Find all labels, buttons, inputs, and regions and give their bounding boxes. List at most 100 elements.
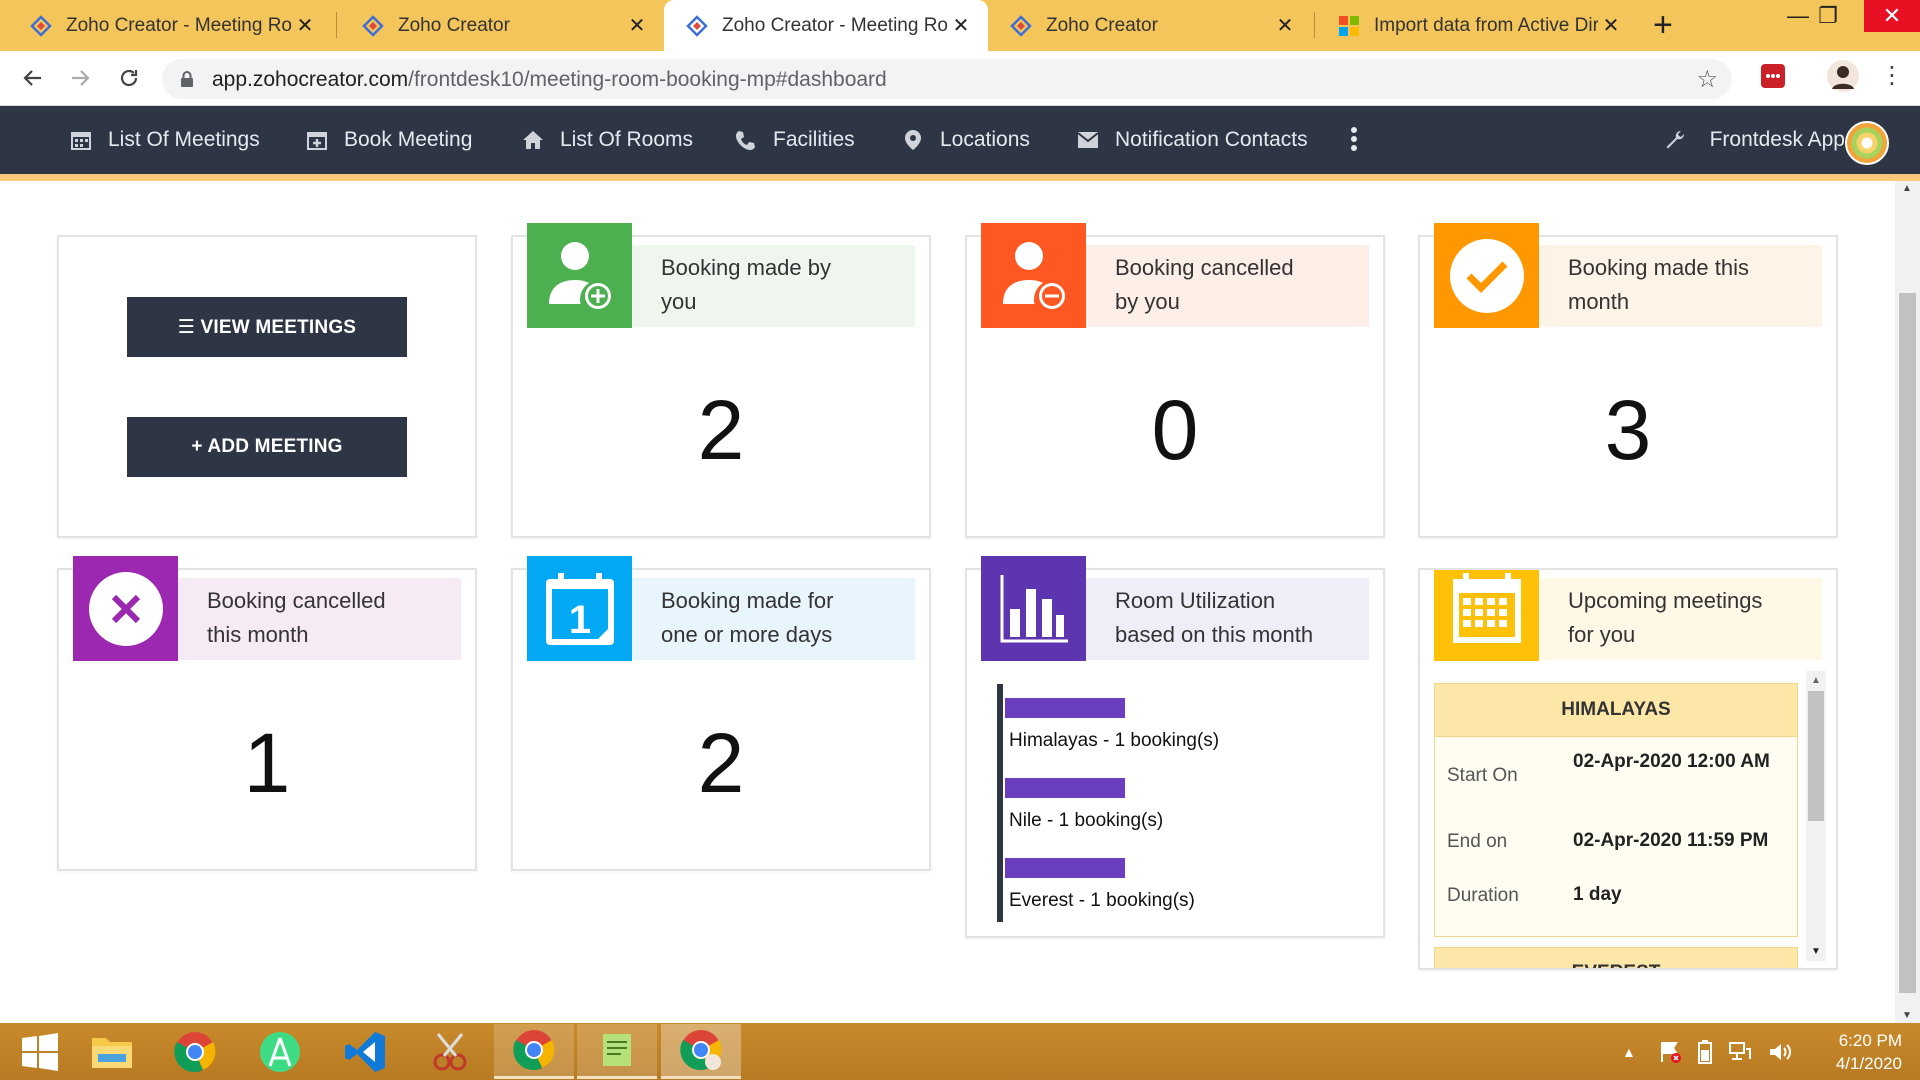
card-icon-box [1434,223,1539,328]
actions-card: ☰ VIEW MEETINGS + ADD MEETING [57,235,477,538]
nav-label: List Of Rooms [560,128,694,151]
card-value: 0 [1151,383,1199,477]
windows-start-icon[interactable] [0,1024,80,1079]
chrome-profile-icon[interactable] [661,1024,741,1079]
network-icon[interactable] [1728,1041,1752,1063]
clock-time: 6:20 PM [1838,1031,1902,1050]
nav-label: Locations [940,128,1030,151]
scroll-down-arrow-icon[interactable]: ▼ [1902,1010,1912,1021]
nav-list-of-rooms[interactable]: List Of Rooms [522,106,693,174]
browser-toolbar: app.zohocreator.com/frontdesk10/meeting-… [0,51,1920,106]
page-scrollbar-thumb[interactable] [1899,293,1916,993]
nav-notification-contacts[interactable]: Notification Contacts [1077,106,1308,174]
card-booking-one-or-more-days[interactable]: 1 Booking made for one or more days 2 [511,556,931,871]
card-value: 2 [697,383,745,477]
nav-facilities[interactable]: Facilities [735,106,855,174]
browser-tab-strip: Zoho Creator - Meeting Roo ✕ Zoho Creato… [0,0,1920,51]
file-explorer-icon[interactable] [72,1024,152,1079]
utilization-bar [1005,858,1125,878]
back-arrow-icon[interactable] [16,61,50,95]
card-label: Booking made for one or more days [661,588,834,647]
card-booking-made-by-you[interactable]: Booking made by you 2 [511,223,931,538]
browser-tab-1[interactable]: Zoho Creator - Meeting Roo ✕ [8,0,332,51]
window-close-icon[interactable]: ✕ [1864,0,1920,32]
nav-book-meeting[interactable]: Book Meeting [306,106,472,174]
app-switcher[interactable]: Frontdesk App [1664,106,1845,174]
utilization-label: Himalayas - 1 booking(s) [1009,730,1220,751]
system-tray: ▲ [1622,1023,1792,1080]
tab-title: Zoho Creator - Meeting Roo [722,14,948,36]
card-booking-cancelled-by-you[interactable]: Booking cancelled by you 0 [965,223,1385,538]
url-text: app.zohocreator.com/frontdesk10/meeting-… [212,68,887,92]
chrome-icon[interactable] [494,1024,574,1079]
upcoming-scrollbar[interactable]: ▲ ▼ [1806,671,1826,961]
zoho-creator-favicon [686,14,708,37]
browser-tab-4[interactable]: Zoho Creator ✕ [988,0,1312,51]
more-vertical-icon[interactable] [1350,126,1358,152]
card-label: Booking cancelled by you [1115,255,1294,314]
upcoming-next-room: EVEREST [1434,947,1798,968]
lastpass-extension-icon[interactable] [1760,63,1786,94]
start-value: 02-Apr-2020 12:00 AM [1573,751,1770,772]
nav-label: Notification Contacts [1115,128,1308,151]
taskbar-clock[interactable]: 6:20 PM 4/1/2020 [1836,1029,1902,1075]
calendar-grid-icon [1452,572,1521,643]
address-bar[interactable]: app.zohocreator.com/frontdesk10/meeting-… [162,59,1732,99]
new-tab-button[interactable]: + [1653,6,1673,45]
user-plus-icon [548,241,611,309]
bookmark-star-icon[interactable]: ☆ [1696,65,1718,94]
scroll-up-arrow-icon[interactable]: ▲ [1811,675,1821,686]
home-icon [523,131,543,149]
card-label: Booking cancelled this month [207,588,386,647]
tab-title: Zoho Creator - Meeting Roo [66,14,292,36]
nav-locations[interactable]: Locations [902,106,1030,174]
zoho-creator-favicon [1010,14,1032,37]
maximize-icon[interactable]: ❐ [1800,0,1856,32]
wrench-icon[interactable] [1664,129,1686,151]
bar-chart-icon [1000,574,1068,642]
card-booking-cancelled-this-month[interactable]: Booking cancelled this month 1 [57,556,477,871]
volume-icon[interactable] [1768,1041,1792,1063]
snipping-tool-icon[interactable] [410,1024,490,1079]
browser-tab-3-active[interactable]: Zoho Creator - Meeting Roo ✕ [664,0,988,51]
app-logo-avatar[interactable] [1845,121,1889,165]
profile-avatar[interactable] [1826,59,1860,98]
card-label: Upcoming meetings for you [1568,588,1763,647]
chrome-icon[interactable] [155,1024,235,1079]
clock-date: 4/1/2020 [1835,1054,1902,1073]
tab-close-icon[interactable]: ✕ [1272,13,1298,38]
view-meetings-button[interactable]: ☰ VIEW MEETINGS [127,297,407,357]
scroll-down-arrow-icon[interactable]: ▼ [1811,946,1821,957]
browser-tab-5[interactable]: Import data from Active Dire ✕ [1316,0,1638,51]
tab-close-icon[interactable]: ✕ [624,13,650,38]
microsoft-favicon [1339,15,1359,36]
browser-tab-2[interactable]: Zoho Creator ✕ [340,0,664,51]
add-meeting-button[interactable]: + ADD MEETING [127,417,407,477]
utilization-label: Everest - 1 booking(s) [1009,890,1195,911]
action-center-flag-icon[interactable] [1658,1040,1682,1064]
calendar-icon [71,132,91,150]
nav-label: Book Meeting [344,128,473,151]
reload-icon[interactable] [112,61,146,95]
url-host: app.zohocreator.com [212,68,409,91]
card-booking-made-this-month[interactable]: Booking made this month 3 [1418,223,1838,538]
browser-menu-icon[interactable]: ⋮ [1880,61,1904,90]
scroll-up-arrow-icon[interactable]: ▲ [1902,183,1912,194]
tab-close-icon[interactable]: ✕ [948,13,974,38]
start-label: Start On [1447,765,1518,786]
battery-icon[interactable] [1697,1039,1712,1064]
tray-expand-icon[interactable]: ▲ [1622,1044,1636,1060]
duration-label: Duration [1447,885,1519,906]
nav-list-of-meetings[interactable]: List Of Meetings [70,106,260,174]
vscode-icon[interactable] [325,1024,405,1079]
forward-arrow-icon[interactable] [63,61,97,95]
android-studio-icon[interactable] [240,1024,320,1079]
page-scrollbar[interactable]: ▲ ▼ [1895,181,1920,1023]
notepad-icon[interactable] [577,1024,657,1079]
duration-value: 1 day [1573,884,1622,905]
upcoming-room-name: HIMALAYAS [1434,683,1798,737]
scrollbar-thumb[interactable] [1808,691,1824,821]
nav-label: List Of Meetings [108,128,260,151]
tab-close-icon[interactable]: ✕ [1598,13,1624,38]
tab-close-icon[interactable]: ✕ [292,13,318,38]
